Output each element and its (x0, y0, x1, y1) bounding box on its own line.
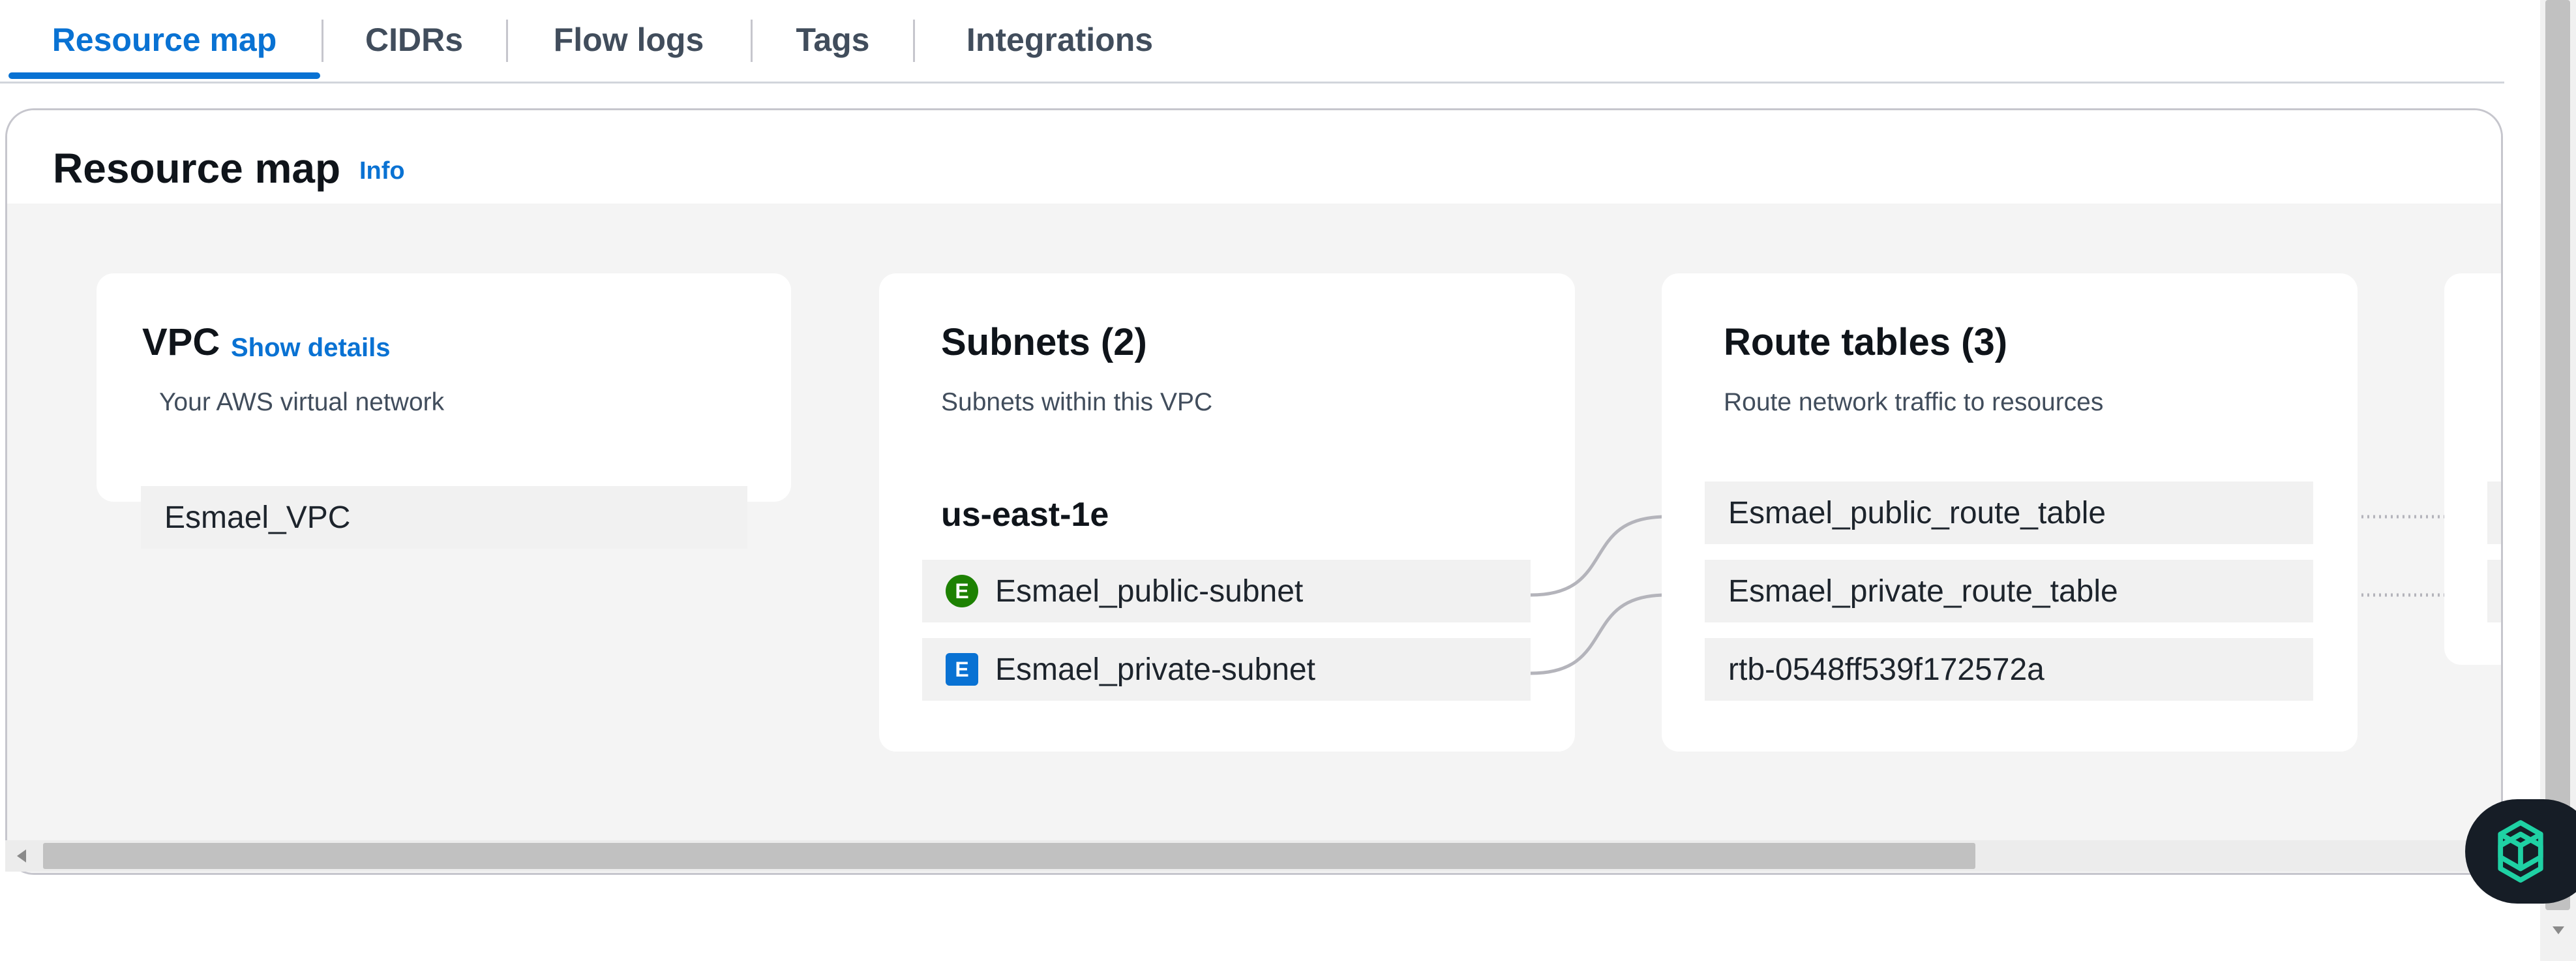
tab-tags[interactable]: Tags (753, 0, 913, 80)
scroll-left-arrow-icon[interactable] (17, 849, 26, 862)
ai-assistant-knot-icon (2498, 820, 2543, 883)
tab-integrations[interactable]: Integrations (915, 0, 1205, 80)
connector-private-subnet-to-private-route (1530, 593, 1667, 675)
panel-header: Resource map Info (7, 110, 2501, 204)
resource-map-canvas[interactable]: VPC Show details Your AWS virtual networ… (7, 204, 2501, 873)
active-tab-indicator (8, 72, 320, 79)
tab-resource-map[interactable]: Resource map (8, 0, 320, 80)
connector-public-subnet-to-public-route (1530, 515, 1667, 597)
route-table-name: Esmael_private_route_table (1728, 573, 2118, 609)
route-table-item[interactable]: Esmael_public_route_table (1705, 481, 2313, 544)
route-tables-card: Route tables (3) Route network traffic t… (1662, 273, 2358, 752)
route-table-name: Esmael_public_route_table (1728, 495, 2106, 530)
resource-map-panel: Resource map Info VPC Show details Your … (5, 108, 2503, 875)
next-card-item[interactable] (2487, 560, 2501, 622)
horizontal-scrollbar[interactable] (5, 840, 2503, 872)
vertical-scroll-thumb[interactable] (2545, 0, 2570, 910)
route-tables-description: Route network traffic to resources (1724, 388, 2104, 416)
route-tables-card-title: Route tables (3) (1724, 321, 2008, 363)
panel-title: Resource map (53, 145, 341, 192)
horizontal-scroll-thumb[interactable] (43, 843, 1975, 869)
ai-assistant-button[interactable] (2465, 799, 2576, 904)
tab-bar: Resource map CIDRs Flow logs Tags Integr… (0, 0, 2504, 84)
tab-cidrs[interactable]: CIDRs (323, 0, 505, 80)
info-link[interactable]: Info (359, 157, 405, 185)
next-card-item[interactable] (2487, 481, 2501, 544)
route-table-item[interactable]: rtb-0548ff539f172572a (1705, 638, 2313, 701)
route-table-name: rtb-0548ff539f172572a (1728, 652, 2044, 687)
scroll-down-arrow-icon[interactable] (2553, 926, 2564, 934)
next-resources-card (2444, 273, 2501, 665)
tab-flow-logs[interactable]: Flow logs (508, 0, 749, 80)
route-table-item[interactable]: Esmael_private_route_table (1705, 560, 2313, 622)
